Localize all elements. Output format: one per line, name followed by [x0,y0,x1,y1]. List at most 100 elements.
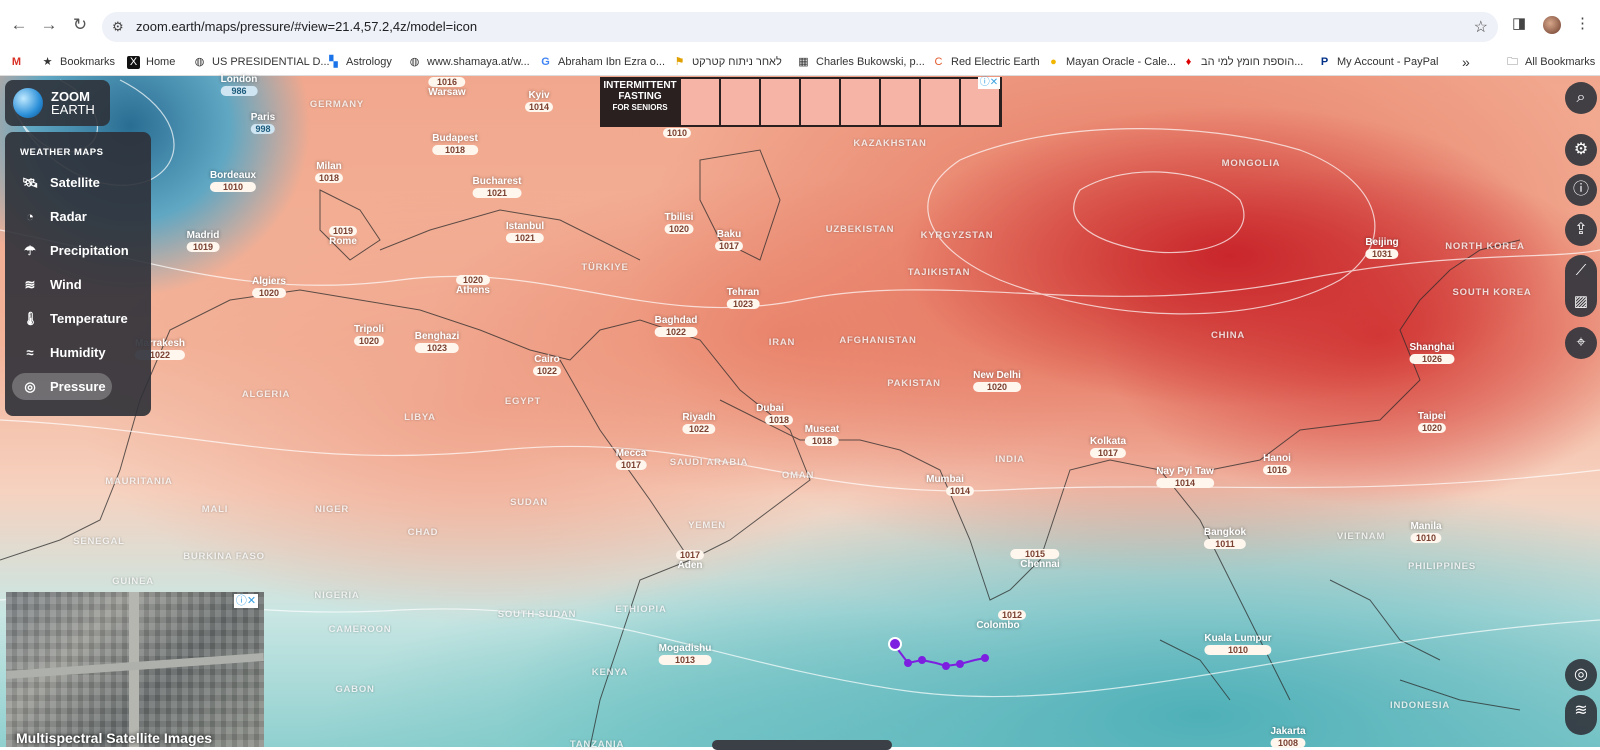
bookmark-us-presidential[interactable]: ◍ US PRESIDENTIAL D... [193,52,330,72]
bookmark-label: www.shamaya.at/w... [427,56,530,68]
place-algiers[interactable]: Algiers 1020 [252,276,286,298]
place-beijing[interactable]: Beijing 1031 [1365,237,1399,259]
place-muscat[interactable]: Muscat 1018 [804,424,840,446]
bookmark-astrology[interactable]: ▚ Astrology [327,52,392,72]
ad-subtitle: FOR SENIORS [612,103,668,112]
layers-button[interactable]: ◎ [1565,659,1597,691]
info-icon: ⓘ [1572,181,1589,198]
bookmark-paypal[interactable]: P My Account - PayPal [1318,52,1439,72]
place-kuala-lumpur[interactable]: Kuala Lumpur 1010 [1204,633,1272,655]
site-settings-icon[interactable]: ⚙ [112,19,128,35]
place-athens[interactable]: 1020 Athens [456,274,490,296]
place-mecca[interactable]: Mecca 1017 [615,448,647,470]
place-tehran[interactable]: Tehran 1023 [726,287,760,309]
bookmark-star-icon[interactable]: ☆ [1474,17,1488,37]
place-budapest[interactable]: Budapest 1018 [432,133,478,155]
bookmark-bukowski[interactable]: ▦ Charles Bukowski, p... [797,52,925,72]
place-chennai[interactable]: 1015 Chennai [1010,548,1060,570]
url-text[interactable]: zoom.earth/maps/pressure/#view=21.4,57.2… [136,19,477,34]
bookmark-mayan-oracle[interactable]: ● Mayan Oracle - Cale... [1047,52,1176,72]
country-label: IRAN [768,337,796,348]
place-nay-pyi-taw[interactable]: Nay Pyi Taw 1014 [1156,466,1214,488]
bookmark-red-electric-earth[interactable]: C Red Electric Earth [932,52,1040,72]
place-aden[interactable]: 1017 Aden [675,549,705,571]
place-london[interactable]: London 986 [220,74,258,96]
menu-item-radar[interactable]: ◔ Radar [12,203,112,230]
search-button[interactable]: ⌕ [1565,82,1597,114]
place-paris[interactable]: Paris 998 [250,112,276,134]
place-bucharest[interactable]: Bucharest 1021 [472,176,522,198]
place-jakarta[interactable]: Jakarta 1008 [1270,726,1306,748]
ad-close-icon[interactable]: ⓘ✕ [978,77,1000,89]
place-madrid[interactable]: Madrid 1019 [186,230,220,252]
bookmark-gmail[interactable]: M [10,52,29,72]
ad-close-icon[interactable]: ⓘ✕ [234,594,258,608]
timeline-handle[interactable] [712,740,892,750]
menu-item-wind[interactable]: ≋ Wind [12,271,112,298]
place-tbilisi[interactable]: Tbilisi 1020 [664,212,694,234]
bookmark-bookmarks[interactable]: ★ Bookmarks [41,52,115,72]
place-cairo[interactable]: Cairo 1022 [532,354,562,376]
back-arrow-icon[interactable]: ← [8,14,30,36]
place-mumbai[interactable]: Mumbai 1014 [916,474,975,496]
country-label: LIBYA [404,412,436,423]
country-label: MONGOLIA [1221,158,1281,169]
bookmark-home[interactable]: X Home [127,52,175,72]
ad-banner-top[interactable]: INTERMITTENT FASTING FOR SENIORS ⓘ✕ [600,77,1002,127]
place-rome[interactable]: 1019 Rome [328,225,358,247]
place-baghdad[interactable]: Baghdad 1022 [654,315,698,337]
menu-item-humidity[interactable]: ≈ Humidity [12,339,112,366]
pressure-value: 1022 [532,366,562,376]
profile-avatar[interactable] [1543,16,1561,34]
forward-arrow-icon[interactable]: → [38,14,60,36]
menu-kebab-icon[interactable]: ⋮ [1575,14,1590,32]
place-warsaw[interactable]: 1016 Warsaw [428,76,466,98]
pressure-value: 1018 [804,436,840,446]
reload-icon[interactable]: ↻ [69,14,91,36]
settings-button[interactable]: ⚙ [1565,134,1597,166]
bookmark-hebrew-vinegar[interactable]: ♦ הוספת חומץ למי הב... [1182,52,1304,72]
place-benghazi[interactable]: Benghazi 1023 [414,331,460,353]
area-tool-icon[interactable]: ▨ [1565,286,1597,317]
menu-item-pressure[interactable]: ◎ Pressure [12,373,112,400]
side-panel-icon[interactable]: ◨ [1512,14,1526,32]
place-bordeaux[interactable]: Bordeaux 1010 [209,170,257,192]
place-milan[interactable]: Milan 1018 [314,161,344,183]
place-hanoi[interactable]: Hanoi 1016 [1262,453,1292,475]
address-bar[interactable]: ⚙ zoom.earth/maps/pressure/#view=21.4,57… [102,12,1498,42]
share-button[interactable]: ⇪ [1565,214,1597,246]
pressure-value: 1014 [524,102,554,112]
ad-banner-bottom[interactable]: ⓘ✕ Multispectral Satellite Images [6,592,264,747]
place-name: Kyiv [528,90,550,101]
place-dubai[interactable]: Dubai 1018 [747,403,794,425]
place-mogadishu[interactable]: Mogadishu 1013 [658,643,712,665]
place-colombo[interactable]: 1012 Colombo [970,609,1027,631]
place-riyadh[interactable]: Riyadh 1022 [682,412,716,434]
locate-button[interactable]: ⌖ [1565,327,1597,359]
place-istanbul[interactable]: Istanbul 1021 [505,221,545,243]
bookmark-ibn-ezra[interactable]: G Abraham Ibn Ezra o... [539,52,665,72]
menu-item-precipitation[interactable]: ☂ Precipitation [12,237,142,264]
place-shanghai[interactable]: Shanghai 1026 [1409,342,1455,364]
place-manila[interactable]: Manila 1010 [1410,521,1442,543]
zoom-earth-logo[interactable]: ZOOM EARTH [5,80,110,126]
menu-item-satellite[interactable]: 🛰 Satellite [12,169,112,196]
bookmark-cataract[interactable]: ⚑ לאחר ניתוח קטרקט [673,52,782,72]
pressure-value: 1020 [1417,423,1447,433]
bookmark-all-bookmarks[interactable]: 🗀 All Bookmarks [1506,52,1595,72]
place-tripoli[interactable]: Tripoli 1020 [354,324,384,346]
place-kolkata[interactable]: Kolkata 1017 [1089,436,1127,458]
place-baku[interactable]: Baku 1017 [714,229,744,251]
bookmark-shamaya[interactable]: ◍ www.shamaya.at/w... [408,52,530,72]
place-new-delhi[interactable]: New Delhi 1020 [973,370,1021,392]
place-kyiv[interactable]: Kyiv 1014 [524,90,554,112]
place-name: Algiers [252,276,286,287]
place-taipei[interactable]: Taipei 1020 [1417,411,1447,433]
measure-line-icon[interactable]: ⟋ [1565,255,1597,286]
menu-item-temperature[interactable]: 🌡 Temperature [12,305,142,332]
storm-marker-icon[interactable] [888,637,902,651]
place-bangkok[interactable]: Bangkok 1011 [1203,527,1247,549]
wind-overlay-button[interactable]: ≋ [1565,695,1597,735]
bookmarks-overflow-button[interactable]: » [1462,52,1470,72]
info-button[interactable]: ⓘ [1565,174,1597,206]
